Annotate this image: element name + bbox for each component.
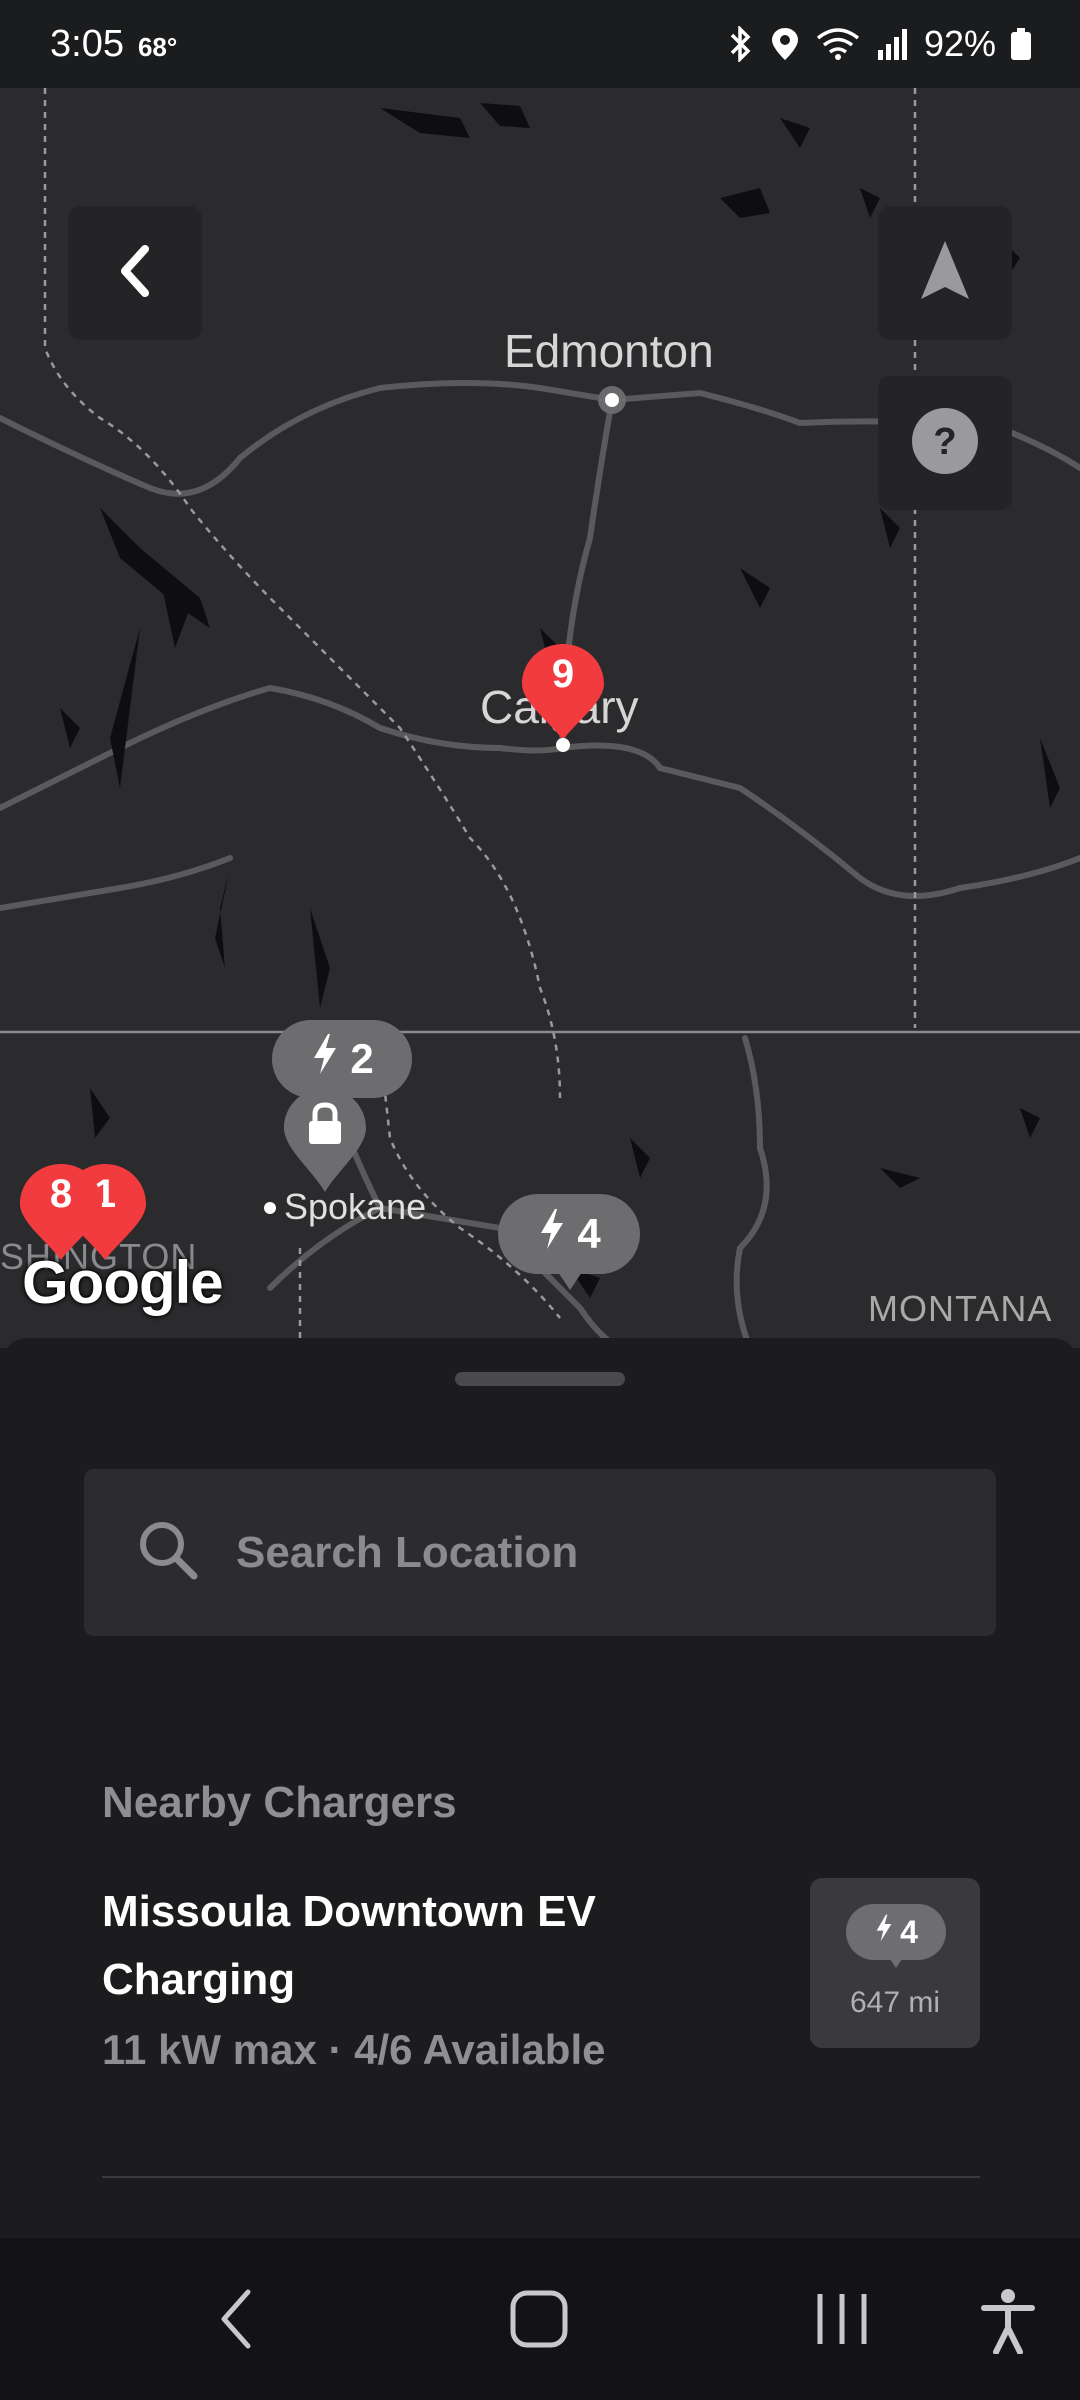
status-time: 3:05 — [50, 22, 124, 65]
svg-text:?: ? — [933, 421, 956, 463]
search-placeholder: Search Location — [236, 1527, 579, 1577]
search-icon — [136, 1518, 200, 1587]
pin-count: 8 — [49, 1172, 73, 1216]
navigation-arrow-icon — [917, 239, 973, 308]
back-chevron-icon — [221, 2289, 251, 2349]
section-title-nearby-chargers: Nearby Chargers — [102, 1778, 457, 1827]
charger-detail: 11 kW max · 4/6 Available — [102, 2026, 606, 2073]
bubble-count: 4 — [577, 1210, 601, 1257]
lock-icon — [306, 1102, 344, 1151]
charger-list-item[interactable]: Missoula Downtown EV Charging 11 kW max … — [102, 1878, 980, 2073]
bluetooth-icon — [726, 26, 756, 62]
search-input[interactable]: Search Location — [84, 1469, 996, 1636]
battery-percent: 92% — [923, 23, 996, 64]
charger-name: Missoula Downtown EV Charging — [102, 1887, 596, 2004]
wifi-icon — [814, 26, 862, 62]
battery-icon — [1010, 26, 1032, 62]
lightning-icon — [537, 1207, 567, 1261]
sheet-drag-handle[interactable] — [455, 1372, 625, 1386]
city-label-edmonton: Edmonton — [504, 325, 714, 377]
region-label-montana: MONTANA — [868, 1288, 1053, 1329]
back-button[interactable] — [68, 206, 202, 340]
home-square-icon — [510, 2290, 568, 2348]
bottom-sheet: Search Location Nearby Chargers Missoula… — [0, 1338, 1080, 2238]
nav-back-button[interactable] — [212, 2288, 262, 2355]
supercharger-cluster-pin[interactable]: 8 — [18, 1162, 104, 1262]
system-navigation-bar — [0, 2238, 1080, 2400]
nav-home-button[interactable] — [508, 2288, 570, 2355]
charger-distance: 647 mi — [849, 1986, 941, 2019]
list-divider — [102, 2176, 980, 2178]
nav-accessibility-button[interactable] — [980, 2288, 1036, 2359]
supercharger-cluster-pin[interactable]: 9 — [520, 642, 606, 742]
bubble-count: 2 — [350, 1035, 374, 1082]
locked-charger-pin[interactable] — [282, 1086, 368, 1196]
recents-icon — [817, 2294, 867, 2344]
pin-count: 9 — [551, 652, 575, 696]
google-attribution-logo: Google — [22, 1249, 224, 1316]
status-temperature: 68° — [137, 31, 178, 62]
nav-recents-button[interactable] — [812, 2288, 872, 2355]
help-button[interactable]: ? — [878, 376, 1012, 510]
lightning-icon — [874, 1913, 894, 1951]
calgary-marker-dot — [556, 738, 570, 752]
chevron-left-icon — [115, 243, 155, 304]
stall-count: 4 — [900, 1913, 918, 1950]
charger-badge: 4 647 mi — [810, 1878, 980, 2048]
question-icon: ? — [910, 406, 980, 481]
locate-button[interactable] — [878, 206, 1012, 340]
stall-count-pill: 4 — [846, 1904, 946, 1960]
charger-cluster-bubble[interactable]: 4 — [498, 1194, 640, 1294]
signal-icon — [876, 26, 910, 62]
status-bar: 3:05 68° 92% — [0, 0, 1080, 88]
map-view[interactable]: ? Edmonton Calgary Spokane MONTANA SHING… — [0, 88, 1080, 1348]
accessibility-icon — [981, 2289, 1035, 2355]
location-icon — [770, 26, 800, 62]
lightning-icon — [310, 1032, 340, 1086]
